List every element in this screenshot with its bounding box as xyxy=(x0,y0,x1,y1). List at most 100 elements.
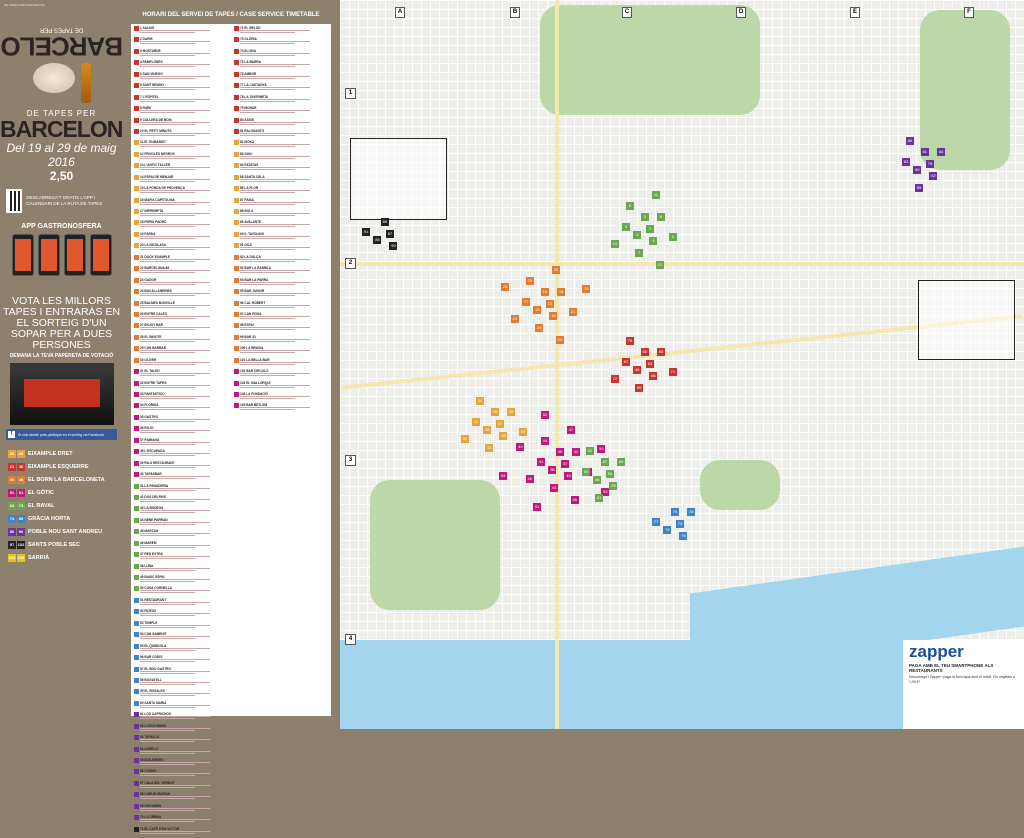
venue-marker[interactable]: 58 xyxy=(609,481,618,490)
venue-marker[interactable]: 47 xyxy=(566,426,575,435)
venue-marker[interactable]: 12 xyxy=(655,260,664,269)
venue-marker[interactable]: 24 xyxy=(555,335,564,344)
venue-marker[interactable]: 91 xyxy=(362,227,371,236)
venue-marker[interactable]: 51 xyxy=(533,502,542,511)
venue-marker[interactable]: 6 xyxy=(657,212,666,221)
venue-marker[interactable]: 88 xyxy=(373,236,382,245)
venue-marker[interactable]: 61 xyxy=(595,493,604,502)
venue-marker[interactable]: 2 xyxy=(633,231,642,240)
venue-marker[interactable]: 22 xyxy=(510,315,519,324)
qr-code[interactable] xyxy=(6,188,23,213)
venue-marker[interactable]: 23 xyxy=(551,266,560,275)
venue-marker[interactable]: 63 xyxy=(646,360,654,368)
venue-marker[interactable]: 36 xyxy=(460,435,469,444)
venue-marker[interactable]: 72 xyxy=(610,375,619,384)
schedule-entry: 76 AMBOR xyxy=(234,71,329,81)
venue-marker[interactable]: 18 xyxy=(557,287,566,296)
venue-marker[interactable]: 9 xyxy=(668,233,677,241)
venue-marker[interactable]: 31 xyxy=(472,417,481,426)
venue-marker[interactable]: 37 xyxy=(561,460,569,468)
venue-marker[interactable]: 57 xyxy=(600,458,609,467)
venue-marker[interactable]: 5 xyxy=(622,222,631,231)
venue-marker[interactable]: 81 xyxy=(920,148,929,157)
venue-marker[interactable]: 35 xyxy=(518,428,527,436)
venue-marker[interactable]: 90 xyxy=(389,241,398,250)
venue-marker[interactable]: 1 xyxy=(646,225,654,233)
venue-marker[interactable]: 46 xyxy=(525,475,534,484)
venue-marker[interactable]: 54 xyxy=(499,471,508,480)
venue-marker[interactable]: 73 xyxy=(676,520,684,528)
venue-marker[interactable]: 38 xyxy=(548,466,557,475)
facebook-banner[interactable]: f Si vols també pots participar en el so… xyxy=(6,429,117,441)
venue-marker[interactable]: 77 xyxy=(652,517,661,526)
venue-marker[interactable]: 59 xyxy=(582,467,591,476)
venue-marker[interactable]: 71 xyxy=(668,368,677,376)
venue-marker[interactable]: 20 xyxy=(525,276,534,285)
venue-marker[interactable]: 26 xyxy=(582,284,591,293)
venue-marker[interactable]: 85 xyxy=(915,183,924,192)
venue-marker[interactable]: 60 xyxy=(617,457,626,466)
zapper-ad[interactable]: zapper PAGA AMB EL TEU SMARTPHONE ALS RE… xyxy=(903,640,1024,729)
venue-marker[interactable]: 30 xyxy=(499,431,508,440)
venue-marker[interactable]: 25 xyxy=(501,283,510,292)
venue-marker[interactable]: 3 xyxy=(640,213,649,222)
venue-marker[interactable]: 78 xyxy=(687,507,696,516)
venue-marker[interactable]: 84 xyxy=(937,147,946,156)
venue-marker[interactable]: 40 xyxy=(564,471,573,480)
venue-marker[interactable]: 50 xyxy=(597,444,606,453)
venue-marker[interactable]: 14 xyxy=(533,306,542,315)
venue-marker[interactable]: 82 xyxy=(929,171,938,180)
entry-hours-line xyxy=(140,466,195,468)
legend-chip: 49 xyxy=(17,476,25,485)
entry-hours-line xyxy=(140,132,210,134)
venue-marker[interactable]: 67 xyxy=(622,357,631,366)
venue-marker[interactable]: 48 xyxy=(570,495,579,504)
venue-marker[interactable]: 62 xyxy=(585,446,594,455)
venue-marker[interactable]: 74 xyxy=(663,526,672,535)
venue-marker[interactable]: 43 xyxy=(550,483,559,492)
venue-marker[interactable]: 64 xyxy=(633,366,642,375)
venue-marker[interactable]: 4 xyxy=(649,236,658,245)
venue-marker[interactable]: 27 xyxy=(496,420,504,428)
venue-marker[interactable]: 70 xyxy=(625,336,634,345)
entry-hours-line xyxy=(140,361,210,363)
venue-marker[interactable]: 80 xyxy=(913,166,922,175)
venue-marker[interactable]: 11 xyxy=(651,191,660,200)
venue-marker[interactable]: 16 xyxy=(549,311,558,320)
venue-marker[interactable]: 13 xyxy=(546,300,554,308)
venue-marker[interactable]: 68 xyxy=(657,347,666,356)
venue-marker[interactable]: 41 xyxy=(537,457,546,466)
venue-marker[interactable]: 79 xyxy=(926,160,934,168)
venue-marker[interactable]: 86 xyxy=(905,136,914,145)
venue-marker[interactable]: 87 xyxy=(386,230,394,238)
venue-marker[interactable]: 34 xyxy=(475,396,484,405)
venue-marker[interactable]: 32 xyxy=(507,407,516,416)
venue-marker[interactable]: 69 xyxy=(635,383,644,392)
venue-marker[interactable]: 42 xyxy=(572,447,581,456)
venue-marker[interactable]: 49 xyxy=(516,443,525,452)
venue-marker[interactable]: 44 xyxy=(540,436,549,445)
venue-marker[interactable]: 8 xyxy=(625,201,634,210)
venue-marker[interactable]: 19 xyxy=(535,323,544,332)
venue-marker[interactable]: 65 xyxy=(640,348,649,357)
venue-marker[interactable]: 17 xyxy=(522,297,531,306)
venue-marker[interactable]: 56 xyxy=(593,476,602,485)
entry-hours-line xyxy=(140,420,195,422)
venue-marker[interactable]: 76 xyxy=(679,531,688,540)
venue-marker[interactable]: 15 xyxy=(540,288,549,297)
venue-marker[interactable]: 39 xyxy=(555,448,564,457)
venue-marker[interactable]: 75 xyxy=(670,508,679,517)
venue-marker[interactable]: 66 xyxy=(649,371,658,380)
venue-marker[interactable]: 55 xyxy=(606,470,614,478)
venue-marker[interactable]: 21 xyxy=(568,308,577,316)
venue-marker[interactable]: 52 xyxy=(540,410,549,419)
venue-marker[interactable]: 89 xyxy=(380,218,389,227)
entry-badge xyxy=(134,552,139,558)
venue-marker[interactable]: 33 xyxy=(485,443,494,452)
city-map[interactable]: ABCDEF 1234 1 2 3 4 5 6 7 8 9 10 11 12 13 14 15 16 17 18 1… xyxy=(340,0,1024,729)
venue-marker[interactable]: 28 xyxy=(483,426,492,435)
venue-marker[interactable]: 7 xyxy=(635,248,644,257)
venue-marker[interactable]: 29 xyxy=(490,408,499,417)
venue-marker[interactable]: 83 xyxy=(902,157,911,166)
venue-marker[interactable]: 10 xyxy=(610,240,619,249)
